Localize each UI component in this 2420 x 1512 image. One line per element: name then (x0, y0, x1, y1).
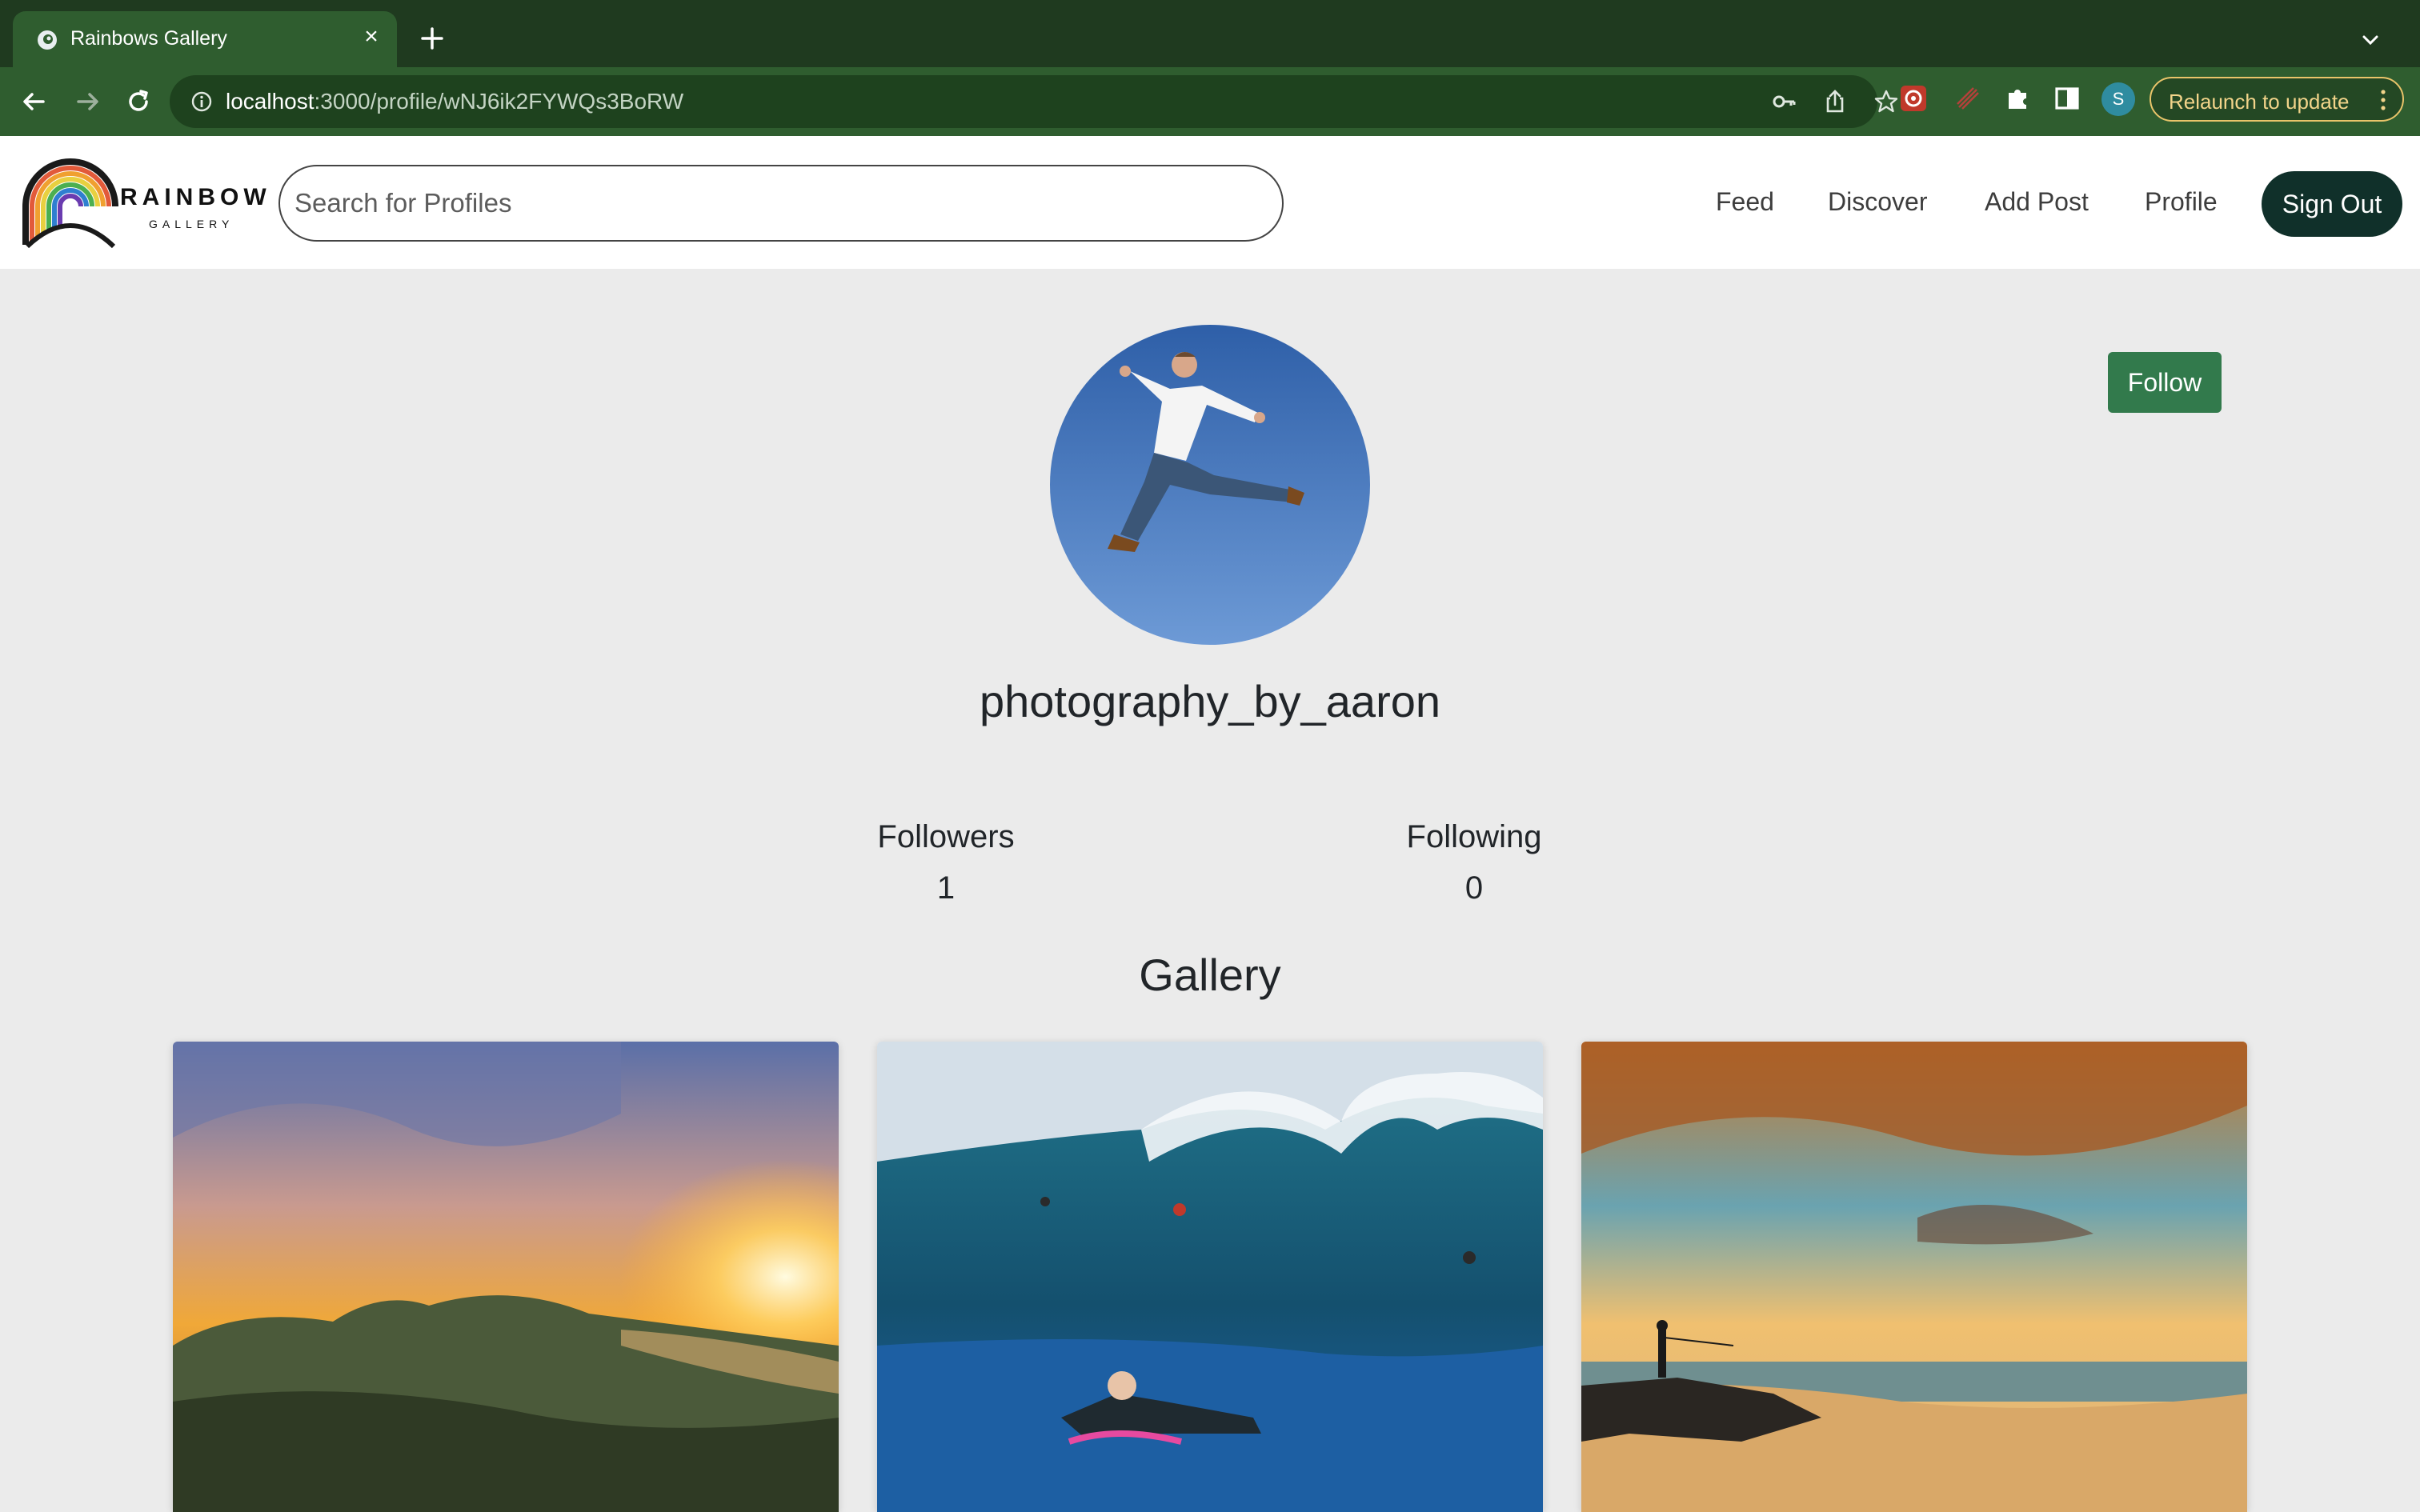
tab-title: Rainbows Gallery (70, 27, 227, 50)
close-icon[interactable]: × (359, 24, 384, 50)
rainbow-logo-icon (22, 158, 118, 249)
browser-tab-strip: Rainbows Gallery × (0, 0, 2420, 67)
relaunch-button[interactable]: Relaunch to update (2150, 77, 2404, 122)
gallery-item[interactable] (1581, 1042, 2247, 1512)
follow-button[interactable]: Follow (2108, 352, 2222, 413)
key-icon[interactable] (1770, 88, 1797, 115)
profile-username: photography_by_aaron (979, 676, 1441, 726)
gallery-image (173, 1042, 839, 1512)
plus-icon[interactable] (416, 22, 448, 54)
extension-icon[interactable] (1898, 83, 1929, 114)
forward-icon[interactable] (69, 83, 106, 120)
extension-icon[interactable] (1953, 83, 1983, 114)
gallery-image (877, 1042, 1543, 1512)
following-count[interactable]: 0 (1354, 870, 1594, 906)
relaunch-label: Relaunch to update (2169, 90, 2350, 114)
share-icon[interactable] (1821, 88, 1849, 115)
gallery-heading: Gallery (1139, 950, 1281, 1000)
nav-add-post[interactable]: Add Post (1985, 187, 2089, 217)
gallery-item[interactable] (173, 1042, 839, 1512)
app-navbar: RAINBOW GALLERY Feed Discover Add Post P… (0, 136, 2420, 269)
url-text[interactable]: localhost:3000/profile/wNJ6ik2FYWQs3BoRW (226, 89, 683, 114)
nav-profile[interactable]: Profile (2145, 187, 2218, 217)
logo-word: RAINBOW (120, 184, 271, 210)
more-vert-icon (2381, 90, 2386, 110)
gallery-image (1581, 1042, 2247, 1512)
followers-label: Followers (877, 819, 1015, 854)
sign-out-button[interactable]: Sign Out (2262, 171, 2402, 237)
star-icon[interactable] (1873, 88, 1900, 115)
sidebar-icon[interactable] (2052, 83, 2082, 114)
info-icon[interactable] (190, 90, 213, 113)
back-icon[interactable] (16, 83, 53, 120)
browser-tab[interactable]: Rainbows Gallery × (13, 11, 397, 67)
chevron-down-icon[interactable] (2356, 26, 2385, 54)
nav-discover[interactable]: Discover (1828, 187, 1927, 217)
followers-count[interactable]: 1 (826, 870, 1066, 906)
profile-avatar (1050, 325, 1370, 645)
browser-profile-avatar[interactable]: S (2101, 82, 2135, 116)
following-label: Following (1406, 819, 1542, 854)
search-input[interactable] (278, 165, 1284, 242)
logo[interactable]: RAINBOW GALLERY (21, 157, 266, 250)
logo-subtitle: GALLERY (149, 218, 234, 230)
puzzle-icon[interactable] (2002, 83, 2033, 114)
favicon-icon (38, 30, 57, 50)
address-bar[interactable]: localhost:3000/profile/wNJ6ik2FYWQs3BoRW (170, 75, 1898, 128)
nav-feed[interactable]: Feed (1716, 187, 1774, 217)
reload-icon[interactable] (120, 83, 157, 120)
gallery-item[interactable] (877, 1042, 1543, 1512)
